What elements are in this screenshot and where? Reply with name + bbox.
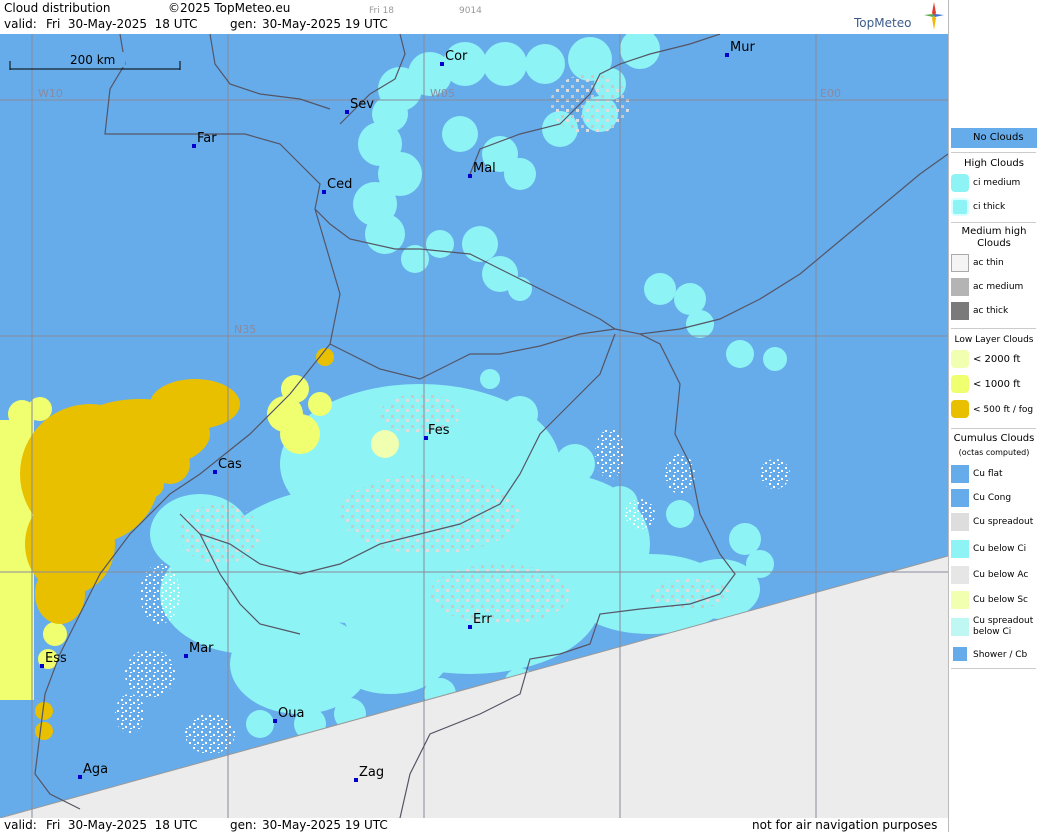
legend-cu-cong-swatch <box>951 489 969 507</box>
grid-label-n35: N35 <box>234 323 256 336</box>
scale-label: 200 km <box>70 53 115 67</box>
svg-text:Aga: Aga <box>83 762 108 777</box>
svg-text:Err: Err <box>473 612 492 627</box>
svg-text:Zag: Zag <box>359 765 384 780</box>
svg-text:Ced: Ced <box>327 177 352 192</box>
legend-ac-thick-label: ac thick <box>973 306 1009 316</box>
footer-disclaimer: not for air navigation purposes <box>752 818 938 832</box>
city-ess[interactable]: Ess <box>40 651 67 668</box>
scale-bar: 200 km <box>9 52 181 70</box>
legend-cu-spreadout-below-ci-swatch <box>951 618 969 636</box>
legend-lt2000-swatch <box>951 350 969 368</box>
gen-label: gen: <box>230 17 257 31</box>
logo-text: TopMeteo <box>854 16 912 30</box>
legend-ac-thin-label: ac thin <box>973 258 1004 268</box>
legend-cumulus-heading: Cumulus Clouds <box>953 433 1035 444</box>
city-oua[interactable]: Oua <box>273 706 304 723</box>
gen-value: 30-May-2025 19 UTC <box>262 17 388 31</box>
svg-text:Fes: Fes <box>428 423 450 438</box>
legend-lt500-label: < 500 ft / fog <box>973 405 1034 415</box>
legend-lt1000-swatch <box>951 375 969 393</box>
legend-shower-cb-label: Shower / Cb <box>973 650 1028 660</box>
legend-cu-flat-label: Cu flat <box>973 469 1003 479</box>
valid-value: Fri 30-May-2025 18 UTC <box>46 17 198 31</box>
svg-text:Cas: Cas <box>218 457 242 472</box>
legend-ac-thick-swatch <box>951 302 969 320</box>
legend-cu-flat-swatch <box>951 465 969 483</box>
legend-ac-medium-swatch <box>951 278 969 296</box>
svg-text:Mur: Mur <box>730 40 755 55</box>
header: Cloud distribution ©2025 TopMeteo.eu Fri… <box>0 0 948 34</box>
svg-text:Cor: Cor <box>445 49 468 64</box>
legend-cu-below-ci-swatch <box>951 540 969 558</box>
city-cas[interactable]: Cas <box>213 457 242 474</box>
footer: valid: Fri 30-May-2025 18 UTC gen: 30-Ma… <box>0 818 948 832</box>
city-aga[interactable]: Aga <box>78 762 108 779</box>
legend-cu-spreadout-label: Cu spreadout <box>973 517 1034 527</box>
svg-text:Mar: Mar <box>189 641 214 656</box>
legend-lt500-swatch <box>951 400 969 418</box>
city-mal[interactable]: Mal <box>468 161 496 178</box>
legend-low-layer-heading: Low Layer Clouds <box>954 335 1034 345</box>
legend-ci-thick-swatch <box>951 198 969 216</box>
svg-text:Mal: Mal <box>473 161 496 176</box>
legend-cu-cong-label: Cu Cong <box>973 493 1012 503</box>
grid-label-w05: W05 <box>430 87 455 100</box>
legend-cu-below-sc-label: Cu below Sc <box>973 595 1028 605</box>
svg-text:Ess: Ess <box>45 651 67 666</box>
legend-cu-below-ac-swatch <box>951 566 969 584</box>
legend-lt1000-label: < 1000 ft <box>973 379 1021 390</box>
chart-title: Cloud distribution <box>4 1 111 15</box>
city-fes[interactable]: Fes <box>424 423 450 440</box>
map-canvas: W10 W05 E00 N35 200 km Cor Mur Sev Far M… <box>0 34 948 818</box>
valid-label: valid: <box>4 17 37 31</box>
city-mur[interactable]: Mur <box>725 40 755 57</box>
city-ced[interactable]: Ced <box>322 177 352 194</box>
legend-cu-below-sc-swatch <box>951 591 969 609</box>
cloud-map[interactable]: W10 W05 E00 N35 200 km Cor Mur Sev Far M… <box>0 34 948 818</box>
legend-high-clouds-heading: High Clouds <box>964 158 1024 169</box>
grid-label-e00: E00 <box>820 87 841 100</box>
legend-cu-spreadout-swatch <box>951 513 969 531</box>
legend-cumulus-note: (octas computed) <box>958 448 1030 457</box>
legend-cu-spreadout-below-ci-label: Cu spreadout below Ci <box>973 616 1034 637</box>
legend-no-clouds: No Clouds <box>951 128 1037 148</box>
compass-star-icon <box>924 2 944 30</box>
city-sev[interactable]: Sev <box>345 97 374 114</box>
footer-valid-label: valid: <box>4 818 37 832</box>
small-code-label: 9014 <box>459 6 482 16</box>
footer-valid-value: Fri 30-May-2025 18 UTC <box>46 818 198 832</box>
topmeteo-logo[interactable]: TopMeteo <box>854 2 946 34</box>
city-cor[interactable]: Cor <box>440 49 468 66</box>
copyright: ©2025 TopMeteo.eu <box>168 1 291 15</box>
legend-lt2000-label: < 2000 ft <box>973 354 1021 365</box>
legend-panel: No Clouds High Clouds ci medium ci thick… <box>948 0 1039 832</box>
legend-ci-medium-swatch <box>951 174 969 192</box>
svg-text:Far: Far <box>197 131 217 146</box>
legend-medium-high-heading: Medium high Clouds <box>961 226 1027 249</box>
footer-gen-label: gen: <box>230 818 257 832</box>
svg-text:Oua: Oua <box>278 706 304 721</box>
svg-text:Sev: Sev <box>350 97 374 112</box>
city-mar[interactable]: Mar <box>184 641 214 658</box>
legend-ac-thin-swatch <box>951 254 969 272</box>
city-zag[interactable]: Zag <box>354 765 384 782</box>
legend-ci-medium-label: ci medium <box>973 178 1021 188</box>
legend-ci-thick-label: ci thick <box>973 202 1006 212</box>
legend-ac-medium-label: ac medium <box>973 282 1024 292</box>
legend-cu-below-ci-label: Cu below Ci <box>973 544 1027 554</box>
legend-cu-below-ac-label: Cu below Ac <box>973 570 1029 580</box>
grid-label-w10: W10 <box>38 87 63 100</box>
footer-gen-value: 30-May-2025 19 UTC <box>262 818 388 832</box>
legend-shower-cb-swatch <box>951 645 969 663</box>
